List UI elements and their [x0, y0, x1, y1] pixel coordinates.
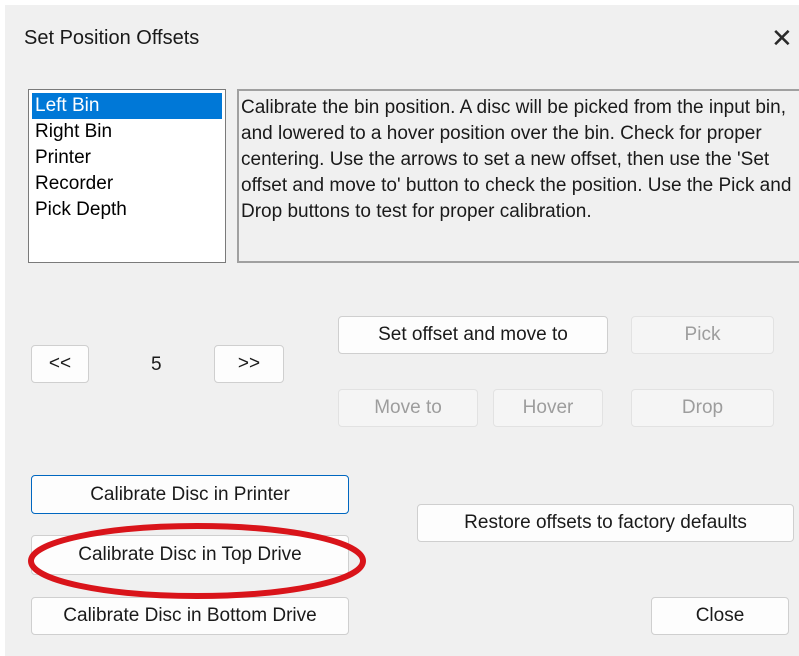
move-to-button[interactable]: Move to — [338, 389, 478, 427]
drop-button[interactable]: Drop — [631, 389, 774, 427]
dialog-title: Set Position Offsets — [24, 27, 200, 49]
pick-button[interactable]: Pick — [631, 316, 774, 354]
list-item-printer[interactable]: Printer — [32, 145, 222, 171]
calibrate-top-drive-button[interactable]: Calibrate Disc in Top Drive — [31, 535, 349, 575]
position-listbox[interactable]: Left Bin Right Bin Printer Recorder Pick… — [28, 89, 226, 263]
list-item-pick-depth[interactable]: Pick Depth — [32, 197, 222, 223]
list-item-left-bin[interactable]: Left Bin — [32, 93, 222, 119]
close-icon[interactable]: ✕ — [771, 21, 799, 55]
close-button[interactable]: Close — [651, 597, 789, 635]
list-item-right-bin[interactable]: Right Bin — [32, 119, 222, 145]
description-text: Calibrate the bin position. A disc will … — [237, 89, 799, 263]
hover-button[interactable]: Hover — [493, 389, 603, 427]
offset-value: 5 — [151, 354, 162, 375]
decrease-offset-button[interactable]: << — [31, 345, 89, 383]
set-offset-and-move-button[interactable]: Set offset and move to — [338, 316, 608, 354]
list-item-recorder[interactable]: Recorder — [32, 171, 222, 197]
restore-factory-defaults-button[interactable]: Restore offsets to factory defaults — [417, 504, 794, 542]
increase-offset-button[interactable]: >> — [214, 345, 284, 383]
calibrate-bottom-drive-button[interactable]: Calibrate Disc in Bottom Drive — [31, 597, 349, 635]
calibrate-printer-button[interactable]: Calibrate Disc in Printer — [31, 475, 349, 514]
set-position-offsets-dialog: Set Position Offsets ✕ Left Bin Right Bi… — [5, 5, 799, 656]
